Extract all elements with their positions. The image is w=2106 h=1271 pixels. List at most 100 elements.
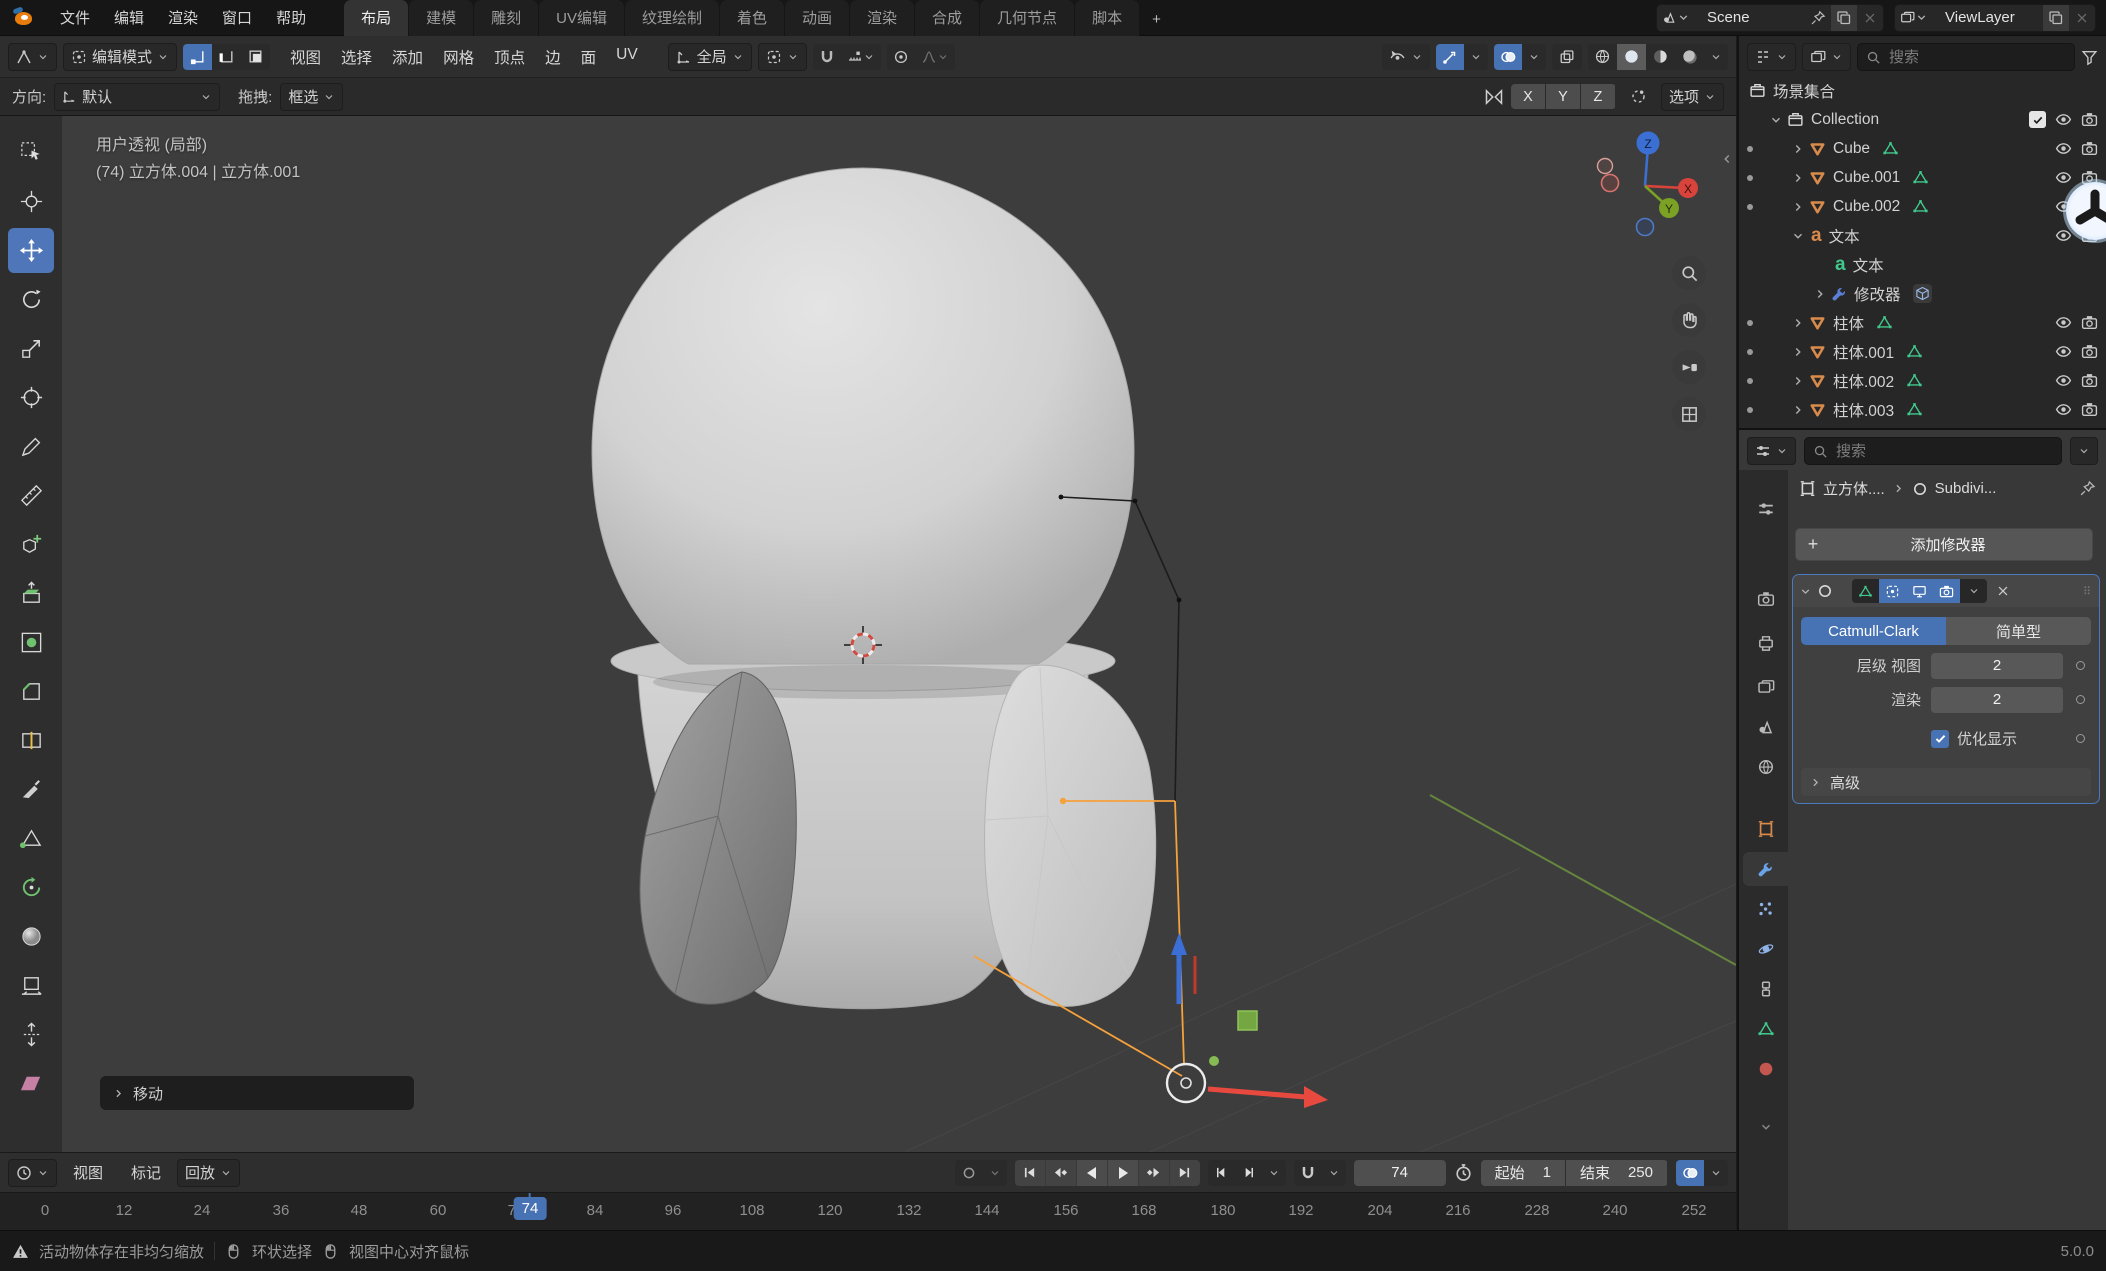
collapse-icon[interactable] [1769, 113, 1783, 127]
mirror-icon[interactable] [1484, 87, 1504, 107]
timeline-menu-view[interactable]: 视图 [61, 1158, 115, 1187]
tool-knife[interactable] [8, 767, 54, 812]
menu-view[interactable]: 视图 [280, 42, 331, 72]
keying-dropdown[interactable] [983, 1160, 1007, 1186]
jump-to-end-button[interactable] [1170, 1160, 1200, 1186]
tool-spin[interactable] [8, 865, 54, 910]
vertex-select-button[interactable] [183, 44, 212, 70]
show-on-cage-toggle[interactable] [1852, 579, 1879, 603]
menu-vertex[interactable]: 顶点 [484, 42, 535, 72]
frame-end-field[interactable]: 结束 250 [1566, 1160, 1667, 1186]
snap-toggle[interactable] [813, 44, 841, 70]
right-fin[interactable] [985, 665, 1156, 1006]
current-frame-field[interactable]: 74 [1354, 1160, 1446, 1186]
outliner-row-cube-001[interactable]: Cube.001 [1739, 163, 2106, 192]
menu-select[interactable]: 选择 [331, 42, 382, 72]
navigation-gizmo[interactable]: Z X Y [1585, 124, 1705, 244]
play-reverse-button[interactable] [1077, 1160, 1108, 1186]
modifier-extras-dropdown[interactable] [1960, 579, 1987, 603]
tool-scale[interactable] [8, 326, 54, 371]
pivot-point-dropdown[interactable] [758, 43, 807, 71]
collection-checkbox[interactable] [2029, 111, 2046, 128]
tool-move[interactable] [8, 228, 54, 273]
gizmos-dropdown[interactable] [1464, 44, 1488, 70]
outliner-row-text-data[interactable]: a 文本 [1739, 250, 2106, 279]
tab-modifiers[interactable] [1743, 852, 1788, 886]
gizmo-x-arrow[interactable] [1208, 1089, 1306, 1097]
tab-object[interactable] [1743, 812, 1788, 846]
workspace-tab-scripting[interactable]: 脚本 [1075, 0, 1139, 36]
menu-face[interactable]: 面 [571, 42, 607, 72]
view-layer-new-button[interactable] [2043, 5, 2069, 31]
tab-constraints[interactable] [1743, 972, 1788, 1006]
outliner-row-cylinder-002[interactable]: 柱体.002 [1739, 366, 2106, 395]
menu-uv[interactable]: UV [606, 42, 648, 72]
workspace-tab-compositing[interactable]: 合成 [915, 0, 979, 36]
tab-scene[interactable] [1743, 710, 1788, 744]
advanced-section-header[interactable]: 高级 [1801, 768, 2091, 796]
jump-to-start-button[interactable] [1015, 1160, 1046, 1186]
proportional-edit-toggle[interactable] [887, 44, 915, 70]
show-in-editmode-toggle[interactable] [1879, 579, 1906, 603]
menu-edit[interactable]: 编辑 [102, 3, 156, 32]
shading-rendered-button[interactable] [1675, 44, 1704, 70]
use-preview-range-icon[interactable] [1454, 1163, 1473, 1182]
shading-dropdown[interactable] [1704, 44, 1728, 70]
snap-base-button[interactable] [1623, 84, 1654, 110]
shading-material-button[interactable] [1646, 44, 1675, 70]
timeline-ruler[interactable]: 0 12 24 36 48 60 72 84 96 108 120 132 14… [0, 1192, 1736, 1230]
workspace-tab-layout[interactable]: 布局 [344, 0, 408, 36]
xray-toggle[interactable] [1552, 44, 1582, 70]
prev-keyframe-button[interactable] [1046, 1160, 1077, 1186]
tool-transform[interactable] [8, 375, 54, 420]
workspace-tab-texture-paint[interactable]: 纹理绘制 [625, 0, 719, 36]
hide-eye-icon[interactable] [2055, 111, 2072, 128]
object-icon[interactable] [1799, 480, 1816, 497]
hide-eye-icon[interactable] [2055, 140, 2072, 157]
render-camera-icon[interactable] [2081, 401, 2098, 418]
tab-physics[interactable] [1743, 932, 1788, 966]
zoom-icon[interactable] [1672, 256, 1706, 290]
tab-output[interactable] [1743, 626, 1788, 660]
outliner-search-input[interactable] [1887, 48, 2066, 67]
overlays-dropdown[interactable] [1522, 44, 1546, 70]
gizmo-neg-z[interactable] [1637, 219, 1654, 236]
modifier-panel-header[interactable]: ⠿ [1793, 575, 2099, 607]
scene-new-button[interactable] [1831, 5, 1857, 31]
add-workspace-button[interactable]: + [1140, 4, 1173, 36]
blender-logo-icon[interactable] [12, 5, 38, 31]
tab-world[interactable] [1743, 750, 1788, 784]
viewport-3d[interactable]: 用户透视 (局部) (74) 立方体.004 | 立方体.001 Z X Y [0, 116, 1736, 1152]
outliner-row-cube[interactable]: Cube [1739, 134, 2106, 163]
tool-edge-slide[interactable] [8, 963, 54, 1008]
tab-view-layer[interactable] [1743, 670, 1788, 704]
mirror-z-button[interactable]: Z [1581, 84, 1615, 109]
menu-render[interactable]: 渲染 [156, 3, 210, 32]
breadcrumb-modifier-name[interactable]: Subdivi... [1935, 480, 1997, 497]
shading-solid-button[interactable] [1617, 44, 1646, 70]
properties-search-input[interactable] [1834, 442, 2053, 461]
simple-tab[interactable]: 简单型 [1946, 617, 2091, 645]
mirror-y-button[interactable]: Y [1546, 84, 1580, 109]
expand-icon[interactable] [1791, 200, 1805, 214]
tab-material[interactable] [1743, 1052, 1788, 1086]
shading-wireframe-button[interactable] [1588, 44, 1617, 70]
add-modifier-button[interactable]: + 添加修改器 [1795, 528, 2093, 561]
tab-particles[interactable] [1743, 892, 1788, 926]
auto-keying-toggle[interactable] [955, 1160, 983, 1186]
gizmos-toggle[interactable] [1436, 44, 1464, 70]
view-layer-browse-button[interactable] [1895, 5, 1933, 31]
outliner-row-scene-collection[interactable]: 场景集合 [1739, 76, 2106, 105]
mirror-x-button[interactable]: X [1511, 84, 1545, 109]
menu-mesh[interactable]: 网格 [433, 42, 484, 72]
tool-extrude-region[interactable] [8, 571, 54, 616]
outliner-row-cylinder[interactable]: 柱体 [1739, 308, 2106, 337]
next-keyframe-button[interactable] [1139, 1160, 1170, 1186]
tool-loop-cut[interactable] [8, 718, 54, 763]
transform-orientation-dropdown[interactable]: 全局 [668, 43, 752, 71]
tool-tweak-select[interactable] [8, 130, 54, 175]
menu-window[interactable]: 窗口 [210, 3, 264, 32]
frame-step-back-button[interactable] [1208, 1160, 1235, 1186]
outliner-search[interactable] [1857, 43, 2075, 71]
gizmo-center-handle[interactable] [1167, 1064, 1205, 1102]
